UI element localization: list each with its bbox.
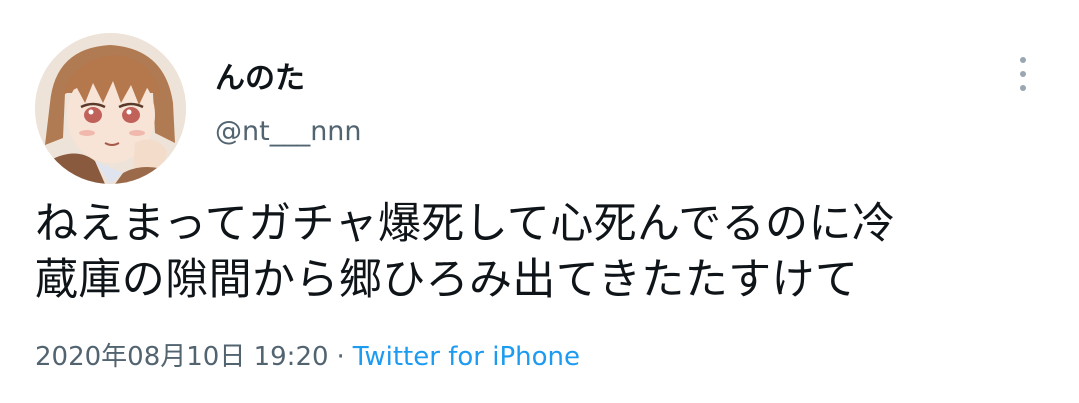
tweet-meta: 2020年08月10日 19:20 · Twitter for iPhone xyxy=(35,340,580,374)
tweet-source-link[interactable]: Twitter for iPhone xyxy=(353,342,580,372)
tweet-timestamp[interactable]: 2020年08月10日 19:20 xyxy=(35,342,329,372)
more-vertical-icon-dot xyxy=(1020,85,1026,91)
more-vertical-icon-dot xyxy=(1020,71,1026,77)
user-handle[interactable]: @nt___nnn xyxy=(215,115,362,149)
more-vertical-icon xyxy=(1020,57,1026,63)
more-options-button[interactable] xyxy=(1005,52,1041,96)
avatar[interactable] xyxy=(35,33,186,184)
meta-separator: · xyxy=(336,342,345,372)
tweet-text: ねえまってガチャ爆死して心死んでるのに冷 蔵庫の隙間から郷ひろみ出てきたたすけて xyxy=(35,196,1035,308)
anime-avatar-icon xyxy=(35,33,186,184)
tweet-text-line: ねえまってガチャ爆死して心死んでるのに冷 xyxy=(35,199,896,249)
display-name[interactable]: んのた xyxy=(215,60,305,98)
tweet-text-line: 蔵庫の隙間から郷ひろみ出てきたたすけて xyxy=(35,255,859,305)
